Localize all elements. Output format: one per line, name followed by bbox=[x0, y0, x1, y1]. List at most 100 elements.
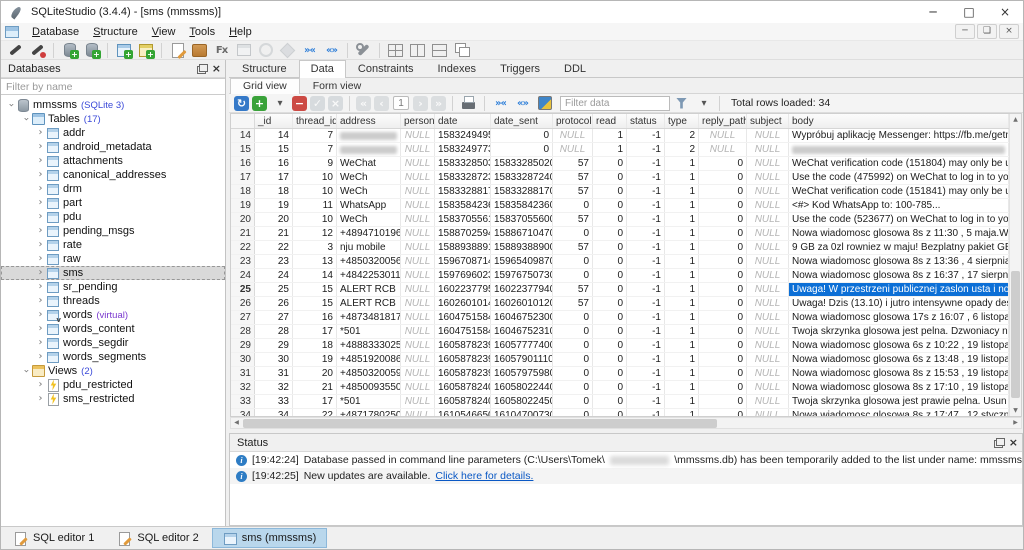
cell-read[interactable]: 0 bbox=[593, 241, 627, 254]
cell-type[interactable]: 1 bbox=[665, 241, 699, 254]
cell-status[interactable]: -1 bbox=[627, 143, 665, 156]
cell-type[interactable]: 1 bbox=[665, 157, 699, 170]
cell-_id[interactable]: 26 bbox=[255, 297, 293, 310]
row-number[interactable]: 30 bbox=[231, 353, 255, 366]
cell-thread_id[interactable]: 16 bbox=[293, 311, 337, 324]
cell-type[interactable]: 1 bbox=[665, 311, 699, 324]
tab-grid-view[interactable]: Grid view bbox=[230, 78, 300, 94]
scroll-right-icon[interactable]: ▶ bbox=[1010, 417, 1021, 429]
cell-person[interactable]: NULL bbox=[401, 143, 435, 156]
cell-reply_path[interactable]: 0 bbox=[699, 409, 747, 416]
cell-status[interactable]: -1 bbox=[627, 353, 665, 366]
tab-structure[interactable]: Structure bbox=[230, 60, 299, 77]
cell-reply_path[interactable]: 0 bbox=[699, 269, 747, 282]
expander-icon[interactable]: › bbox=[35, 280, 46, 294]
import-icon[interactable] bbox=[255, 41, 276, 59]
cell-person[interactable]: NULL bbox=[401, 395, 435, 408]
table-row[interactable]: 191911WhatsAppNULL1583584236544158358423… bbox=[231, 199, 1009, 213]
cell-status[interactable]: -1 bbox=[627, 213, 665, 226]
expander-icon[interactable]: › bbox=[35, 224, 46, 238]
cell-protocol[interactable]: 57 bbox=[553, 283, 593, 296]
cell-person[interactable]: NULL bbox=[401, 325, 435, 338]
cell-protocol[interactable]: 57 bbox=[553, 157, 593, 170]
cell-date[interactable]: 1605878239603 bbox=[435, 353, 491, 366]
cell-type[interactable]: 1 bbox=[665, 353, 699, 366]
cell-type[interactable]: 1 bbox=[665, 213, 699, 226]
cell-reply_path[interactable]: 0 bbox=[699, 171, 747, 184]
table-row[interactable]: 343422+48717802506NULL161054665075316104… bbox=[231, 409, 1009, 416]
cell-body[interactable] bbox=[789, 143, 1009, 156]
cell-type[interactable]: 1 bbox=[665, 269, 699, 282]
configuration-icon[interactable] bbox=[353, 41, 374, 59]
collations-editor-icon[interactable] bbox=[233, 41, 254, 59]
expander-icon[interactable]: › bbox=[35, 238, 46, 252]
cell-thread_id[interactable]: 21 bbox=[293, 381, 337, 394]
cell-date[interactable]: 1596708714329 bbox=[435, 255, 491, 268]
cell-type[interactable]: 1 bbox=[665, 409, 699, 416]
cell-type[interactable]: 1 bbox=[665, 283, 699, 296]
column-header-reply_path[interactable]: reply_path bbox=[699, 114, 747, 128]
cell-subject[interactable]: NULL bbox=[747, 143, 789, 156]
cell-status[interactable]: -1 bbox=[627, 171, 665, 184]
last-page-icon[interactable]: » bbox=[431, 96, 446, 111]
column-header-type[interactable]: type bbox=[665, 114, 699, 128]
cell-reply_path[interactable]: 0 bbox=[699, 185, 747, 198]
row-number[interactable]: 20 bbox=[231, 213, 255, 226]
cell-address[interactable]: WeCh bbox=[337, 213, 401, 226]
cell-reply_path[interactable]: 0 bbox=[699, 339, 747, 352]
close-button[interactable]: × bbox=[987, 1, 1023, 23]
cell-date[interactable]: 1604751584767 bbox=[435, 311, 491, 324]
cell-type[interactable]: 2 bbox=[665, 129, 699, 142]
expander-icon[interactable]: › bbox=[35, 210, 46, 224]
expander-icon[interactable]: › bbox=[35, 196, 46, 210]
row-number[interactable]: 32 bbox=[231, 381, 255, 394]
cell-subject[interactable]: NULL bbox=[747, 199, 789, 212]
cell-read[interactable]: 0 bbox=[593, 325, 627, 338]
row-number[interactable]: 28 bbox=[231, 325, 255, 338]
cell-subject[interactable]: NULL bbox=[747, 185, 789, 198]
cell-_id[interactable]: 15 bbox=[255, 143, 293, 156]
cell-reply_path[interactable]: 0 bbox=[699, 311, 747, 324]
cell-body[interactable]: Nowa wiadomosc glosowa 8s z 17:10 , 19 l… bbox=[789, 381, 1009, 394]
cell-date_sent[interactable]: 1605802245000 bbox=[491, 395, 553, 408]
cell-address[interactable] bbox=[337, 129, 401, 142]
cell-person[interactable]: NULL bbox=[401, 227, 435, 240]
cell-address[interactable]: +48883330253 bbox=[337, 339, 401, 352]
cell-status[interactable]: -1 bbox=[627, 241, 665, 254]
cell-person[interactable]: NULL bbox=[401, 199, 435, 212]
cell-_id[interactable]: 33 bbox=[255, 395, 293, 408]
cell-reply_path[interactable]: 0 bbox=[699, 395, 747, 408]
cell-date_sent[interactable]: 1588938890000 bbox=[491, 241, 553, 254]
cell-reply_path[interactable]: NULL bbox=[699, 129, 747, 142]
cell-type[interactable]: 1 bbox=[665, 171, 699, 184]
cell-body[interactable]: Nowa wiadomosc glosowa 6s z 13:48 , 19 l… bbox=[789, 353, 1009, 366]
cell-type[interactable]: 1 bbox=[665, 339, 699, 352]
functions-editor-icon[interactable]: Fx bbox=[211, 41, 232, 59]
cell-thread_id[interactable]: 11 bbox=[293, 199, 337, 212]
expander-icon[interactable]: › bbox=[35, 168, 46, 182]
cell-date[interactable]: 1602237795885 bbox=[435, 283, 491, 296]
cell-subject[interactable]: NULL bbox=[747, 367, 789, 380]
cell-thread_id[interactable]: 15 bbox=[293, 297, 337, 310]
horizontal-scrollbar-thumb[interactable] bbox=[243, 419, 717, 428]
filter-menu-caret-icon[interactable]: ▾ bbox=[693, 94, 714, 112]
cell-address[interactable]: WeCh bbox=[337, 171, 401, 184]
cell-type[interactable]: 1 bbox=[665, 367, 699, 380]
table-row[interactable]: 16169WeChatNULL1583328503202158332850200… bbox=[231, 157, 1009, 171]
cell-date_sent[interactable]: 1596540987000 bbox=[491, 255, 553, 268]
collapse-cells-icon[interactable]: »« bbox=[490, 94, 511, 112]
column-header-body[interactable]: body bbox=[789, 114, 1009, 128]
cell-date[interactable]: 1604751584934 bbox=[435, 325, 491, 338]
column-header-person[interactable]: person bbox=[401, 114, 435, 128]
first-page-icon[interactable]: « bbox=[356, 96, 371, 111]
cell-status[interactable]: -1 bbox=[627, 199, 665, 212]
cell-subject[interactable]: NULL bbox=[747, 409, 789, 416]
float-panel-icon[interactable] bbox=[197, 64, 208, 74]
cell-body[interactable]: Use the code (475992) on WeChat to log i… bbox=[789, 171, 1009, 184]
cell-thread_id[interactable]: 10 bbox=[293, 171, 337, 184]
load-full-data-icon[interactable] bbox=[534, 94, 555, 112]
cell-_id[interactable]: 16 bbox=[255, 157, 293, 170]
vertical-scrollbar-thumb[interactable] bbox=[1011, 271, 1020, 398]
mdi-tile-vertical-icon[interactable] bbox=[407, 41, 428, 59]
cell-status[interactable]: -1 bbox=[627, 409, 665, 416]
